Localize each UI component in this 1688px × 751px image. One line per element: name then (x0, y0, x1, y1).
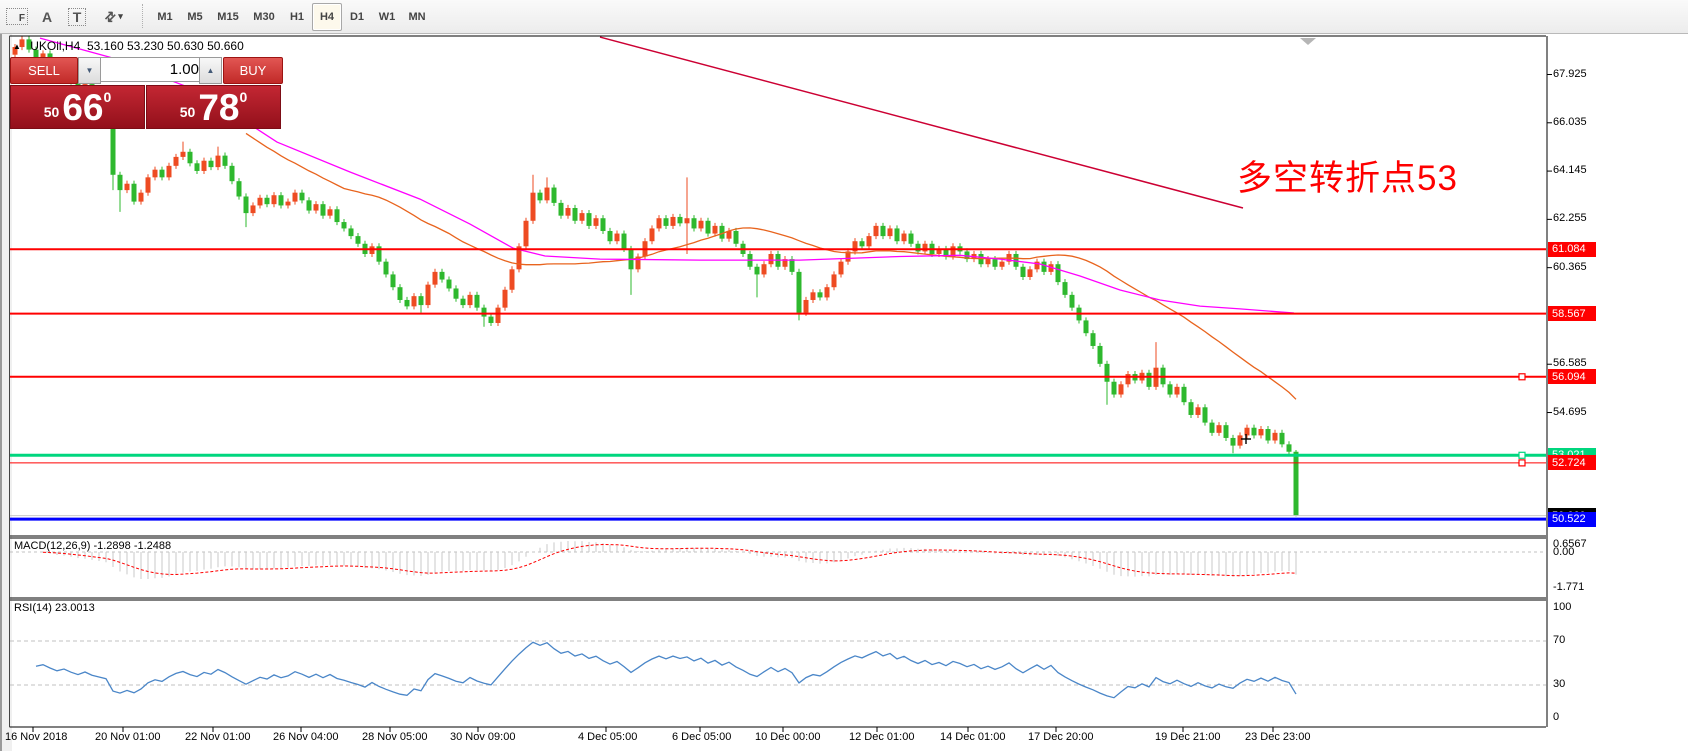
sell-price-big: 66 (62, 89, 103, 126)
chart-shift-marker (1300, 38, 1316, 45)
indicators-tool-icon[interactable]: F (4, 4, 30, 29)
mt4-window: F A T ⇄ ▾ M1M5M15M30H1H4D1W1MN ▲ UKOil,H… (0, 0, 1688, 751)
volume-decrease-button[interactable]: ▼ (78, 57, 101, 84)
timeframe-button-w1[interactable]: W1 (372, 3, 402, 31)
rsi-label: RSI(14) 23.0013 (14, 602, 95, 614)
indicators-grid-icon: F (6, 8, 28, 25)
timeframe-button-h1[interactable]: H1 (282, 3, 312, 31)
buy-price-small: 50 (180, 104, 196, 120)
timeframe-button-d1[interactable]: D1 (342, 3, 372, 31)
chart-annotation-text[interactable]: 多空转折点53 (1237, 150, 1458, 201)
spinner-down-icon: ▼ (86, 66, 94, 75)
symbol-ohlc: 53.160 53.230 50.630 50.660 (87, 39, 244, 53)
volume-increase-button[interactable]: ▲ (199, 57, 222, 84)
macd-pane (10, 541, 1546, 579)
sell-price-sup: 0 (103, 89, 111, 105)
cursor-tool-icon[interactable]: A (34, 4, 60, 29)
letter-a-icon: A (42, 9, 52, 25)
sell-button[interactable]: SELL (10, 57, 78, 84)
dropdown-caret-icon: ▾ (118, 11, 123, 22)
macd-label: MACD(12,26,9) -1.2898 -1.2488 (14, 540, 171, 552)
timeframe-button-m5[interactable]: M5 (180, 3, 210, 31)
sell-price-small: 50 (44, 104, 60, 120)
toolbar-separator (142, 4, 143, 28)
rsi-pane (10, 641, 1546, 698)
one-click-trading-panel: SELL ▼ 1.00 ▲ BUY 50 66 0 50 78 0 (10, 57, 281, 127)
timeframe-button-h4[interactable]: H4 (312, 3, 342, 31)
spinner-up-icon: ▲ (207, 66, 215, 75)
buy-button[interactable]: BUY (223, 57, 283, 84)
arrows-icon: ⇄ (101, 7, 120, 26)
timeframe-button-m30[interactable]: M30 (246, 3, 282, 31)
sell-price-display[interactable]: 50 66 0 (10, 85, 145, 129)
text-tool-icon[interactable]: T (64, 4, 90, 29)
buy-price-big: 78 (198, 89, 239, 126)
toolbar: F A T ⇄ ▾ M1M5M15M30H1H4D1W1MN (0, 0, 1688, 34)
buy-price-display[interactable]: 50 78 0 (146, 85, 281, 129)
text-box-icon: T (68, 8, 86, 26)
timeframe-button-m15[interactable]: M15 (210, 3, 246, 31)
volume-input[interactable]: 1.00 (100, 57, 208, 82)
timeframe-button-m1[interactable]: M1 (150, 3, 180, 31)
timeframe-button-mn[interactable]: MN (402, 3, 432, 31)
symbol-name: UKOil,H4 (30, 39, 80, 53)
arrow-objects-tool[interactable]: ⇄ ▾ (96, 4, 132, 29)
buy-price-sup: 0 (239, 89, 247, 105)
symbol-header: ▲ UKOil,H4 53.160 53.230 50.630 50.660 (13, 39, 244, 53)
collapse-panel-icon[interactable]: ▲ (13, 42, 21, 51)
